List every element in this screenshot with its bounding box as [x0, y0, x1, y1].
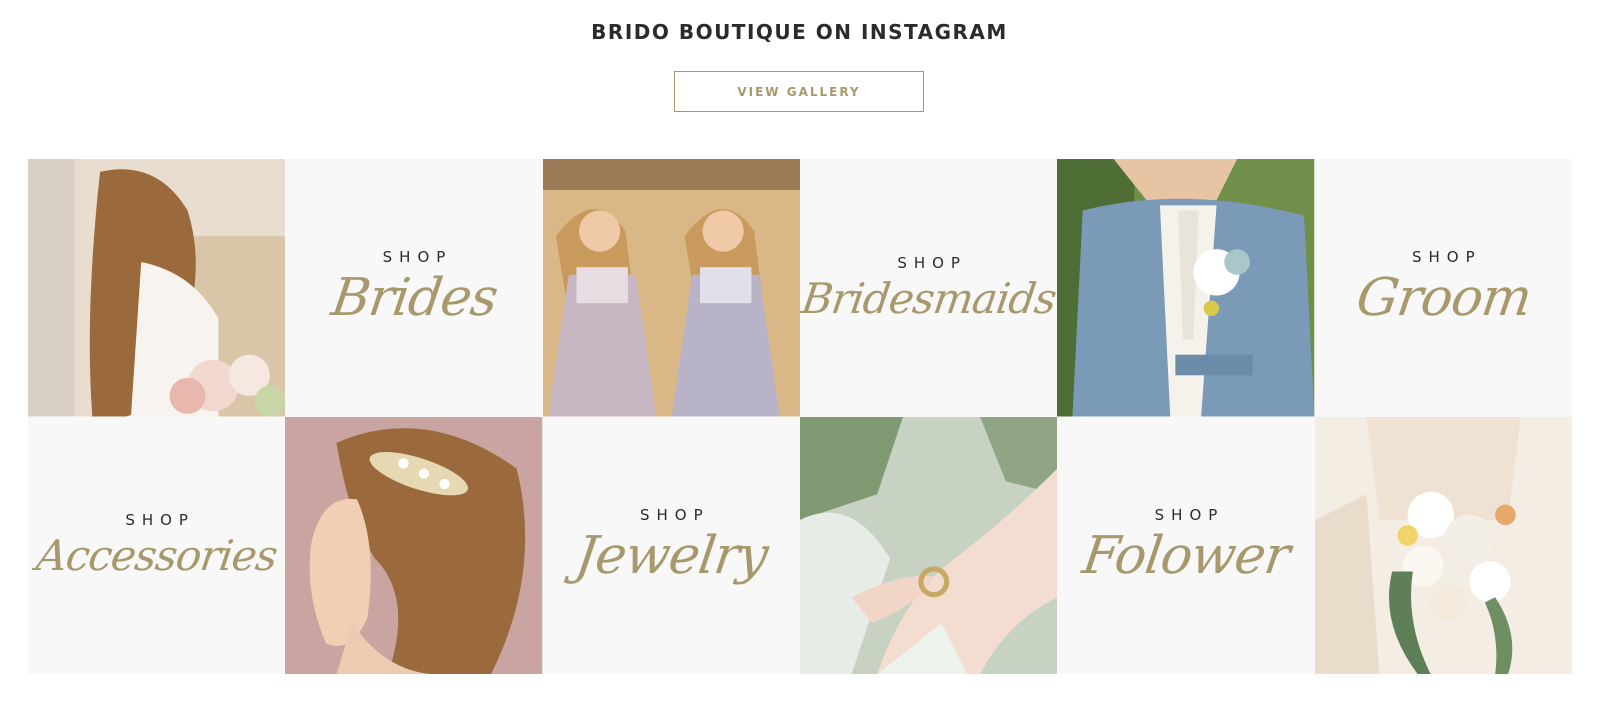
jewelry-label: Jewelry: [571, 525, 772, 586]
shop-groom-tile[interactable]: SHOP Groom: [1314, 159, 1572, 417]
shop-label: SHOP: [1412, 248, 1482, 267]
hair-comb-photo[interactable]: [285, 416, 543, 674]
bride-braid-photo[interactable]: [28, 159, 286, 417]
view-gallery-button[interactable]: VIEW GALLERY: [674, 71, 924, 112]
bridesmaids-photo[interactable]: [542, 159, 800, 417]
instagram-grid: SHOP Brides SHOP Bridesmaids SHOP Groom …: [28, 159, 1572, 674]
bridesmaids-image: [542, 159, 800, 417]
brides-label: Brides: [327, 268, 501, 329]
shop-label: SHOP: [1154, 505, 1225, 524]
groom-image: [1057, 159, 1315, 417]
section-title: BRIDO BOUTIQUE ON INSTAGRAM: [591, 20, 1008, 44]
instagram-section: BRIDO BOUTIQUE ON INSTAGRAM VIEW GALLERY…: [0, 0, 1599, 703]
accessories-label: Accessories: [33, 531, 280, 581]
shop-label: SHOP: [382, 248, 453, 267]
shop-brides-tile[interactable]: SHOP Brides: [285, 159, 543, 417]
bouquet-photo[interactable]: [1314, 416, 1572, 674]
shop-accessories-tile[interactable]: SHOP Accessories: [28, 416, 286, 674]
groom-photo[interactable]: [1057, 159, 1315, 417]
shop-flower-tile[interactable]: SHOP Folower: [1057, 416, 1315, 674]
ring-hand-photo[interactable]: [800, 416, 1058, 674]
shop-label: SHOP: [640, 505, 710, 524]
bride-braid-image: [28, 159, 286, 417]
bouquet-image: [1314, 416, 1572, 674]
bridesmaids-label: Bridesmaids: [800, 273, 1058, 323]
shop-jewelry-tile[interactable]: SHOP Jewelry: [542, 416, 800, 674]
shop-label: SHOP: [897, 253, 967, 272]
groom-label: Groom: [1352, 268, 1535, 329]
shop-label: SHOP: [125, 511, 195, 530]
ring-hand-image: [800, 416, 1058, 674]
shop-bridesmaids-tile[interactable]: SHOP Bridesmaids: [800, 159, 1058, 417]
hair-comb-image: [285, 416, 543, 674]
flower-label: Folower: [1079, 525, 1294, 586]
